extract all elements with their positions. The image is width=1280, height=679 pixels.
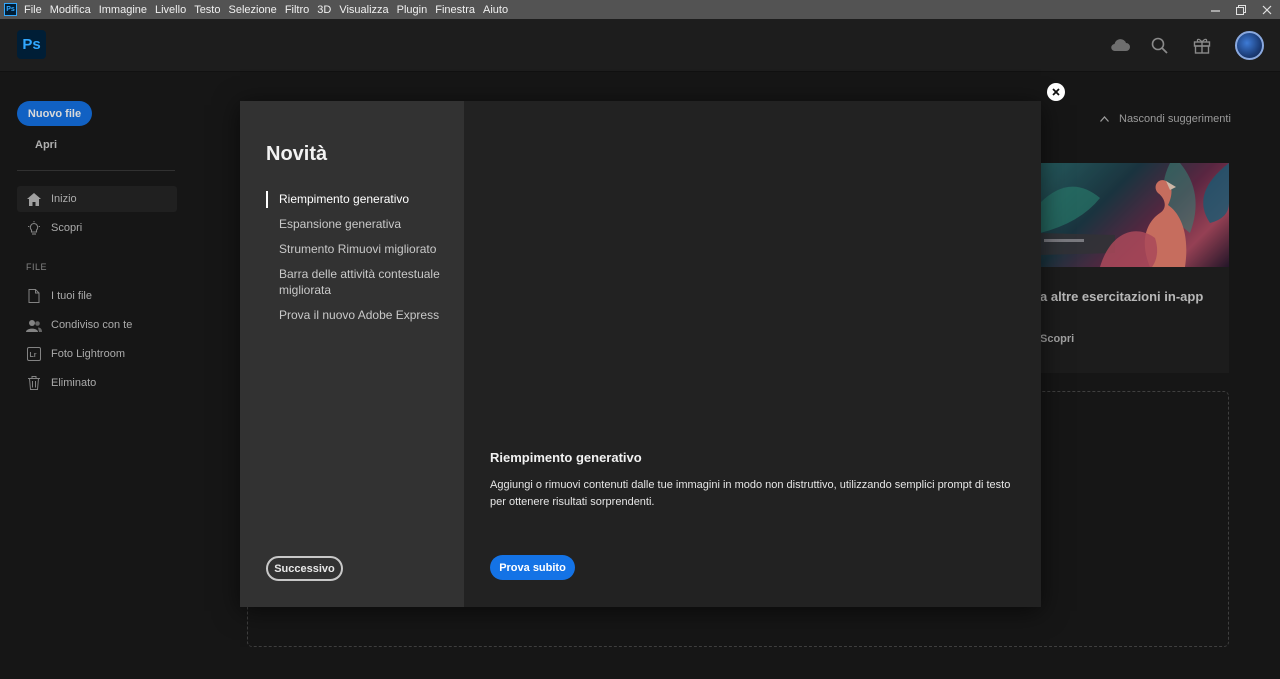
feature-description: Aggiungi o rimuovi contenuti dalle tue i…	[490, 479, 1011, 508]
feature-list: Riempimento generativo Espansione genera…	[266, 191, 456, 332]
menu-file[interactable]: File	[24, 4, 42, 16]
home-header: Ps	[0, 19, 1280, 72]
feature-item-generative-expand[interactable]: Espansione generativa	[266, 216, 456, 232]
menu-plugin[interactable]: Plugin	[397, 4, 428, 16]
menu-filtro[interactable]: Filtro	[285, 4, 309, 16]
window-controls	[1202, 0, 1280, 19]
photoshop-logo: Ps	[17, 30, 46, 59]
menu-bar: Ps File Modifica Immagine Livello Testo …	[0, 0, 1280, 19]
whats-new-dialog: Novità Riempimento generativo Espansione…	[240, 101, 1041, 607]
feature-item-contextual-taskbar[interactable]: Barra delle attività contestuale miglior…	[266, 266, 456, 298]
menu-visualizza[interactable]: Visualizza	[339, 4, 388, 16]
feature-item-generative-fill[interactable]: Riempimento generativo	[266, 191, 456, 208]
menu-livello[interactable]: Livello	[155, 4, 186, 16]
close-dialog-icon[interactable]	[1047, 83, 1065, 101]
menu-aiuto[interactable]: Aiuto	[483, 4, 508, 16]
search-icon[interactable]	[1148, 34, 1170, 56]
feature-item-remove-tool[interactable]: Strumento Rimuovi migliorato	[266, 241, 456, 257]
menu-3d[interactable]: 3D	[317, 4, 331, 16]
feature-detail-panel: Riempimento generativo Aggiungi o rimuov…	[464, 101, 1041, 607]
menu-finestra[interactable]: Finestra	[435, 4, 475, 16]
menu-selezione[interactable]: Selezione	[228, 4, 276, 16]
feature-heading: Riempimento generativo	[490, 450, 642, 465]
minimize-icon[interactable]	[1202, 0, 1228, 19]
user-avatar[interactable]	[1235, 31, 1264, 60]
cloud-icon[interactable]	[1109, 34, 1131, 56]
try-now-button[interactable]: Prova subito	[490, 555, 575, 580]
gift-icon[interactable]	[1191, 34, 1213, 56]
whats-new-sidebar: Novità Riempimento generativo Espansione…	[240, 101, 464, 607]
close-window-icon[interactable]	[1254, 0, 1280, 19]
restore-icon[interactable]	[1228, 0, 1254, 19]
feature-item-adobe-express[interactable]: Prova il nuovo Adobe Express	[266, 307, 456, 323]
menu-immagine[interactable]: Immagine	[99, 4, 147, 16]
menu-testo[interactable]: Testo	[194, 4, 220, 16]
next-button[interactable]: Successivo	[266, 556, 343, 581]
photoshop-app-icon[interactable]: Ps	[4, 3, 17, 16]
menu-modifica[interactable]: Modifica	[50, 4, 91, 16]
dialog-title: Novità	[266, 143, 328, 165]
